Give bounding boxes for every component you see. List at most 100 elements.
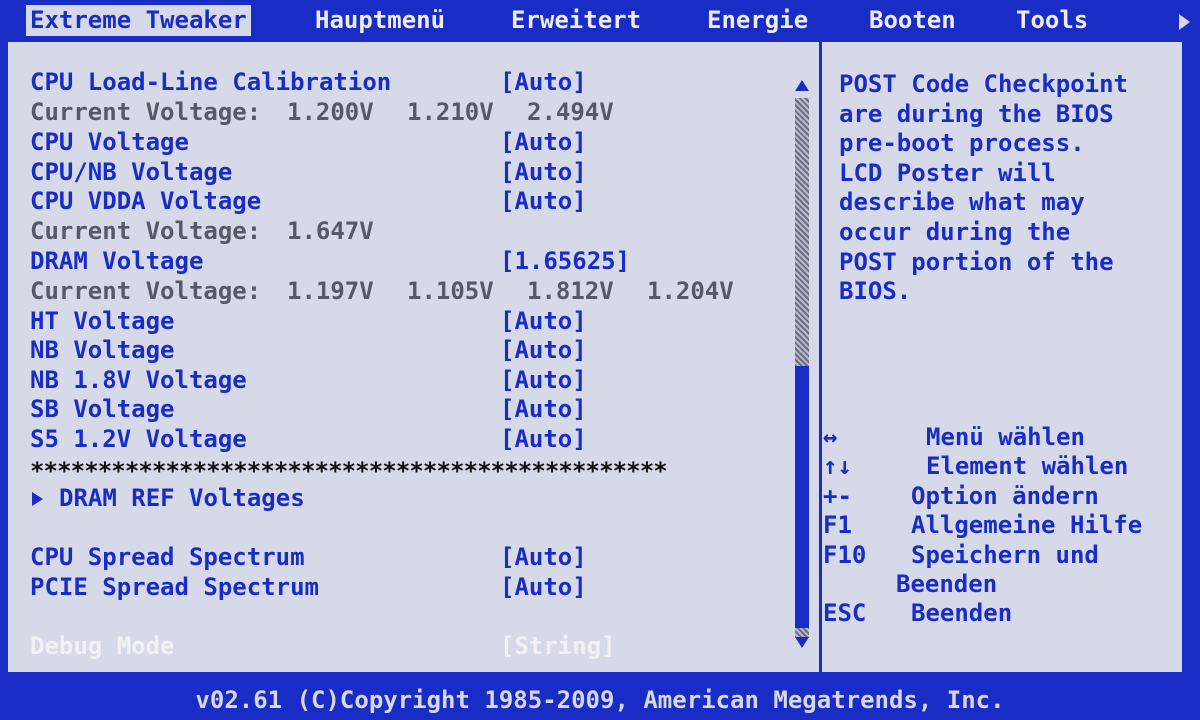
key-description: Menü wählen bbox=[926, 423, 1085, 451]
setting-label: Debug Mode bbox=[30, 632, 175, 660]
setting-label: CPU Spread Spectrum bbox=[30, 543, 305, 571]
setting-label: CPU VDDA Voltage bbox=[30, 187, 262, 215]
key-name: ↑↓ bbox=[823, 452, 852, 481]
setting-label: CPU Load-Line Calibration bbox=[30, 68, 392, 96]
setting-value[interactable]: [Auto] bbox=[500, 127, 587, 157]
key-row: Beenden bbox=[823, 570, 1173, 599]
key-name: ↔ bbox=[823, 423, 838, 451]
panel-divider bbox=[819, 42, 822, 672]
setting-cpu-vdda-voltage[interactable]: CPU VDDA Voltage [Auto] bbox=[30, 186, 587, 216]
setting-value[interactable]: [Auto] bbox=[500, 365, 587, 395]
help-line: are during the BIOS bbox=[839, 99, 1114, 128]
voltage-reading: 1.105V bbox=[407, 277, 494, 305]
setting-value[interactable]: [Auto] bbox=[500, 542, 587, 572]
voltage-reading: 1.204V bbox=[647, 277, 734, 305]
key-row: F1 Allgemeine Hilfe bbox=[823, 511, 1173, 540]
key-name: ESC bbox=[823, 599, 867, 628]
setting-label: SB Voltage bbox=[30, 395, 175, 423]
setting-value[interactable]: [Auto] bbox=[500, 67, 587, 97]
key-name: F1 bbox=[823, 511, 852, 540]
key-description: Option ändern bbox=[911, 481, 1099, 510]
setting-value: [String] bbox=[500, 632, 616, 660]
menu-bar: Extreme Tweaker Hauptmenü Erweitert Ener… bbox=[0, 0, 1200, 40]
setting-value[interactable]: [Auto] bbox=[500, 394, 587, 424]
key-description: Beenden bbox=[896, 569, 998, 598]
tab-extreme-tweaker[interactable]: Extreme Tweaker bbox=[26, 5, 251, 36]
setting-label: NB Voltage bbox=[30, 336, 175, 364]
voltage-reading: 1.197V bbox=[287, 277, 374, 305]
key-description: Element wählen bbox=[926, 452, 1129, 481]
key-name: +- bbox=[823, 481, 852, 510]
help-line: describe what may bbox=[839, 188, 1085, 217]
setting-value[interactable]: [Auto] bbox=[500, 335, 587, 365]
setting-value[interactable]: [Auto] bbox=[500, 157, 587, 187]
tab-booten[interactable]: Booten bbox=[869, 5, 956, 36]
submenu-arrow-icon bbox=[32, 492, 43, 506]
setting-debug-mode: Debug Mode [String] bbox=[30, 631, 616, 661]
readout-label: Current Voltage: bbox=[30, 98, 262, 126]
help-line: POST Code Checkpoint bbox=[839, 70, 1128, 98]
readout-label: Current Voltage: bbox=[30, 277, 262, 305]
voltage-reading: 1.210V bbox=[407, 98, 494, 126]
setting-value[interactable]: [Auto] bbox=[500, 186, 587, 216]
key-row: ↔ Menü wählen bbox=[823, 423, 1173, 452]
key-row: ESC Beenden bbox=[823, 599, 1173, 628]
setting-label: CPU/NB Voltage bbox=[30, 158, 233, 186]
setting-value[interactable]: [Auto] bbox=[500, 424, 587, 454]
tab-erweitert[interactable]: Erweitert bbox=[511, 5, 641, 36]
setting-dram-voltage[interactable]: DRAM Voltage [1.65625] bbox=[30, 246, 630, 276]
setting-cpu-load-line-calibration[interactable]: CPU Load-Line Calibration [Auto] bbox=[30, 67, 587, 97]
setting-cpu-nb-voltage[interactable]: CPU/NB Voltage [Auto] bbox=[30, 157, 587, 187]
key-description: Beenden bbox=[911, 599, 1013, 628]
scrollbar[interactable] bbox=[793, 70, 811, 648]
copyright-footer: v02.61 (C)Copyright 1985-2009, American … bbox=[0, 680, 1200, 720]
key-description: Allgemeine Hilfe bbox=[911, 511, 1143, 540]
key-row: F10 Speichern und bbox=[823, 541, 1173, 570]
setting-value[interactable]: [Auto] bbox=[500, 306, 587, 336]
current-voltage-readout: Current Voltage: 1.200V 1.210V 2.494V bbox=[30, 97, 614, 127]
tab-tools[interactable]: Tools bbox=[1016, 5, 1088, 36]
readout-label: Current Voltage: bbox=[30, 217, 262, 245]
tab-energie[interactable]: Energie bbox=[707, 5, 808, 36]
submenu-label: DRAM REF Voltages bbox=[59, 484, 305, 512]
submenu-dram-ref-voltages[interactable]: DRAM REF Voltages bbox=[30, 483, 305, 513]
voltage-reading: 2.494V bbox=[527, 98, 614, 126]
current-voltage-readout: Current Voltage: 1.647V bbox=[30, 216, 374, 246]
key-row: +- Option ändern bbox=[823, 482, 1173, 511]
separator-line: ****************************************… bbox=[30, 457, 668, 485]
scroll-up-icon[interactable] bbox=[795, 80, 809, 91]
setting-label: HT Voltage bbox=[30, 307, 175, 335]
setting-sb-voltage[interactable]: SB Voltage [Auto] bbox=[30, 394, 587, 424]
setting-ht-voltage[interactable]: HT Voltage [Auto] bbox=[30, 306, 587, 336]
help-line: POST portion of the bbox=[839, 247, 1114, 276]
help-line: occur during the bbox=[839, 217, 1071, 246]
tab-hauptmenu[interactable]: Hauptmenü bbox=[315, 5, 445, 36]
setting-s5-1-2v-voltage[interactable]: S5 1.2V Voltage [Auto] bbox=[30, 424, 587, 454]
current-voltage-readout: Current Voltage: 1.197V 1.105V 1.812V 1.… bbox=[30, 276, 734, 306]
key-row: ↑↓ Element wählen bbox=[823, 452, 1173, 481]
help-line: pre-boot process. bbox=[839, 129, 1085, 158]
setting-pcie-spread-spectrum[interactable]: PCIE Spread Spectrum [Auto] bbox=[30, 572, 587, 602]
scroll-thumb[interactable] bbox=[795, 366, 809, 628]
setting-nb-voltage[interactable]: NB Voltage [Auto] bbox=[30, 335, 587, 365]
setting-nb-1-8v-voltage[interactable]: NB 1.8V Voltage [Auto] bbox=[30, 365, 587, 395]
help-line: BIOS. bbox=[839, 277, 912, 306]
voltage-reading: 1.200V bbox=[287, 98, 374, 126]
settings-frame: CPU Load-Line Calibration [Auto] Current… bbox=[6, 40, 1184, 674]
setting-cpu-voltage[interactable]: CPU Voltage [Auto] bbox=[30, 127, 587, 157]
menu-more-icon[interactable] bbox=[1179, 14, 1190, 30]
voltage-reading: 1.647V bbox=[287, 217, 374, 245]
setting-label: DRAM Voltage bbox=[30, 247, 204, 275]
setting-label: S5 1.2V Voltage bbox=[30, 425, 247, 453]
help-panel: POST Code Checkpoint are during the BIOS… bbox=[839, 70, 1169, 307]
setting-label: PCIE Spread Spectrum bbox=[30, 573, 319, 601]
setting-cpu-spread-spectrum[interactable]: CPU Spread Spectrum [Auto] bbox=[30, 542, 587, 572]
key-name: F10 bbox=[823, 540, 867, 569]
setting-value[interactable]: [Auto] bbox=[500, 572, 587, 602]
setting-value[interactable]: [1.65625] bbox=[500, 246, 630, 276]
help-line: LCD Poster will bbox=[839, 158, 1056, 187]
scroll-down-icon[interactable] bbox=[795, 637, 809, 648]
voltage-reading: 1.812V bbox=[527, 277, 614, 305]
setting-label: CPU Voltage bbox=[30, 128, 189, 156]
setting-label: NB 1.8V Voltage bbox=[30, 366, 247, 394]
